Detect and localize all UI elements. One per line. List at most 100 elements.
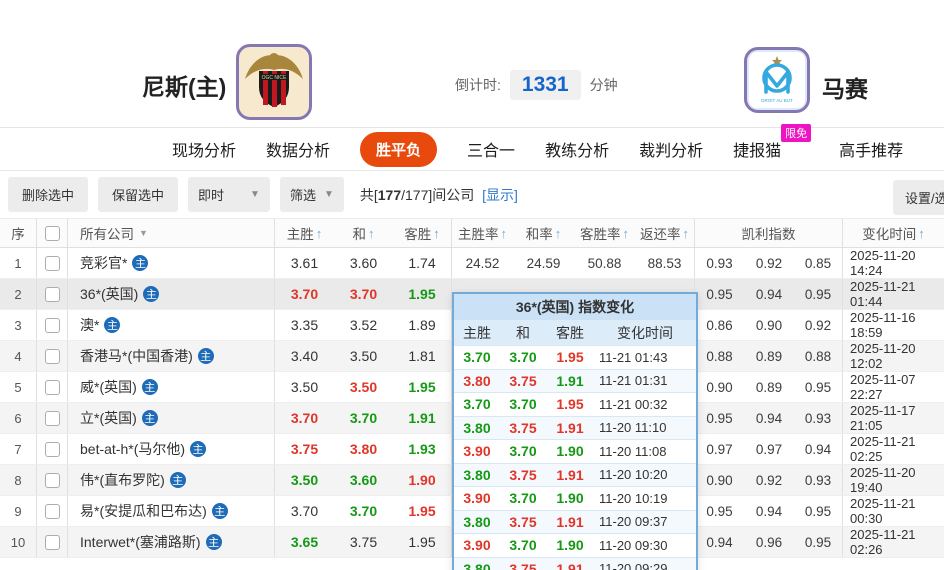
row-checkbox[interactable] <box>44 410 60 426</box>
popup-change-time: 11-20 10:20 <box>599 467 668 483</box>
company-name[interactable]: 伟*(直布罗陀) <box>80 470 165 490</box>
col-home-sort[interactable]: 主胜 ↑ <box>275 219 334 247</box>
sort-up-icon: ↑ <box>622 225 630 241</box>
kelly-value: 0.93 <box>706 255 733 271</box>
row-checkbox[interactable] <box>44 286 60 302</box>
col-return-rate-sort[interactable]: 返还率 ↑ <box>635 219 695 247</box>
row-checkbox[interactable] <box>44 379 60 395</box>
popup-odds-value: 1.91 <box>556 560 584 570</box>
odds-value: 3.61 <box>290 255 319 271</box>
live-mode-select[interactable]: 即时 ▼ <box>188 177 270 212</box>
row-checkbox[interactable] <box>44 503 60 519</box>
row-index: 6 <box>0 403 37 433</box>
popup-row: 3.90 3.70 1.90 11-20 10:19 <box>454 486 696 510</box>
popup-change-time: 11-20 09:30 <box>599 537 668 553</box>
company-name[interactable]: 澳* <box>80 315 99 335</box>
kelly-value: 0.89 <box>755 348 783 364</box>
row-checkbox[interactable] <box>44 534 60 550</box>
company-name[interactable]: 威*(英国) <box>80 377 137 397</box>
col-draw-sort[interactable]: 和 ↑ <box>334 219 393 247</box>
company-cell: 香港马*(中国香港) 主 <box>68 341 275 371</box>
odds-value: 3.80 <box>349 441 378 457</box>
row-index: 5 <box>0 372 37 402</box>
kelly-value: 0.95 <box>794 496 843 526</box>
svg-text:DROIT AU BUT: DROIT AU BUT <box>761 98 793 103</box>
company-name[interactable]: bet-at-h*(马尔他) <box>80 439 185 459</box>
popup-odds-value: 3.75 <box>509 513 537 530</box>
popup-odds-value: 3.75 <box>509 372 537 389</box>
odds-value: 3.70 <box>290 286 319 302</box>
col-away-rate-sort[interactable]: 客胜率 ↑ <box>574 219 635 247</box>
col-index: 序 <box>0 219 37 247</box>
show-link[interactable]: [显示] <box>482 187 518 203</box>
col-home-rate-sort[interactable]: 主胜率 ↑ <box>452 219 513 247</box>
popup-odds-value: 3.75 <box>509 560 537 570</box>
popup-odds-value: 1.95 <box>556 349 584 366</box>
row-index: 3 <box>0 310 37 340</box>
tab-label: 三合一 <box>467 143 516 160</box>
row-checkbox[interactable] <box>44 441 60 457</box>
table-row[interactable]: 1 竞彩官* 主 3.61 3.60 1.74 24.52 24.59 50.88 88.53 0.… <box>0 248 944 279</box>
filter-select[interactable]: 筛选 ▼ <box>279 177 344 212</box>
row-checkbox[interactable] <box>44 255 60 271</box>
popup-odds-value: 1.95 <box>556 396 584 413</box>
col-away-rate-label: 客胜率 <box>580 227 621 242</box>
settings-button[interactable]: 设置/选 <box>893 180 944 215</box>
company-name[interactable]: Interwet*(塞浦路斯) <box>80 532 201 552</box>
kelly-value: 0.95 <box>706 410 733 426</box>
tab-裁判分析[interactable]: 裁判分析 <box>639 137 703 161</box>
tab-三合一[interactable]: 三合一 <box>467 137 515 161</box>
tab-捷报猫[interactable]: 捷报猫 限免 <box>733 124 812 161</box>
row-checkbox[interactable] <box>44 472 60 488</box>
tab-胜平负[interactable]: 胜平负 <box>360 131 438 167</box>
away-team-name: 马赛 <box>822 76 868 102</box>
tab-教练分析[interactable]: 教练分析 <box>545 137 609 161</box>
row-checkbox-cell <box>37 279 68 309</box>
kelly-value: 0.94 <box>755 410 783 426</box>
row-checkbox-cell <box>37 248 68 278</box>
kelly-value: 0.96 <box>755 534 783 550</box>
change-time: 2025-11-07 22:27 <box>850 372 916 402</box>
tab-label: 教练分析 <box>545 143 610 160</box>
col-change-time-label: 变化时间 <box>862 227 917 242</box>
row-checkbox-cell <box>37 465 68 495</box>
tab-现场分析[interactable]: 现场分析 <box>172 137 236 161</box>
col-company-filter[interactable]: 所有公司 ▼ <box>68 219 275 247</box>
company-name[interactable]: 立*(英国) <box>80 408 137 428</box>
col-draw-rate-sort[interactable]: 和率 ↑ <box>513 219 574 247</box>
row-checkbox[interactable] <box>44 348 60 364</box>
company-name[interactable]: 香港马*(中国香港) <box>80 346 193 366</box>
col-home-rate-label: 主胜率 <box>458 227 499 242</box>
odds-value: 3.50 <box>290 379 319 395</box>
count-current: 177 <box>377 186 402 203</box>
odds-value: 1.95 <box>393 496 452 526</box>
kelly-value: 0.92 <box>755 472 783 488</box>
col-away-sort[interactable]: 客胜 ↑ <box>393 219 452 247</box>
select-all-checkbox[interactable] <box>44 225 60 241</box>
tab-label: 捷报猫 <box>733 143 782 160</box>
tab-数据分析[interactable]: 数据分析 <box>266 137 330 161</box>
company-name[interactable]: 36*(英国) <box>80 284 138 304</box>
row-checkbox-cell <box>37 372 68 402</box>
popup-odds-value: 3.80 <box>463 372 491 389</box>
change-time: 2025-11-17 21:05 <box>850 403 916 433</box>
row-checkbox-cell <box>37 310 68 340</box>
popup-odds-value: 3.75 <box>509 466 537 483</box>
company-name[interactable]: 易*(安提瓜和巴布达) <box>80 501 207 521</box>
delete-selected-button[interactable]: 删除选中 <box>8 177 89 212</box>
company-name[interactable]: 竞彩官* <box>80 253 127 273</box>
odds-value: 3.70 <box>349 286 378 302</box>
popup-change-time: 11-20 09:37 <box>599 514 668 530</box>
row-checkbox[interactable] <box>44 317 60 333</box>
rate-value: 88.53 <box>635 248 695 278</box>
odds-value: 1.74 <box>393 248 452 278</box>
home-indicator-badge: 主 <box>132 255 149 271</box>
popup-odds-value: 3.75 <box>509 419 537 436</box>
countdown-unit: 分钟 <box>589 77 618 93</box>
popup-row: 3.90 3.70 1.90 11-20 11:08 <box>454 439 696 463</box>
tab-高手推荐[interactable]: 高手推荐 <box>839 137 903 161</box>
col-change-time-sort[interactable]: 变化时间 ↑ <box>843 219 944 247</box>
keep-selected-button[interactable]: 保留选中 <box>98 177 179 212</box>
odds-value: 3.70 <box>290 503 319 519</box>
popup-col-home: 主胜 <box>463 324 491 341</box>
